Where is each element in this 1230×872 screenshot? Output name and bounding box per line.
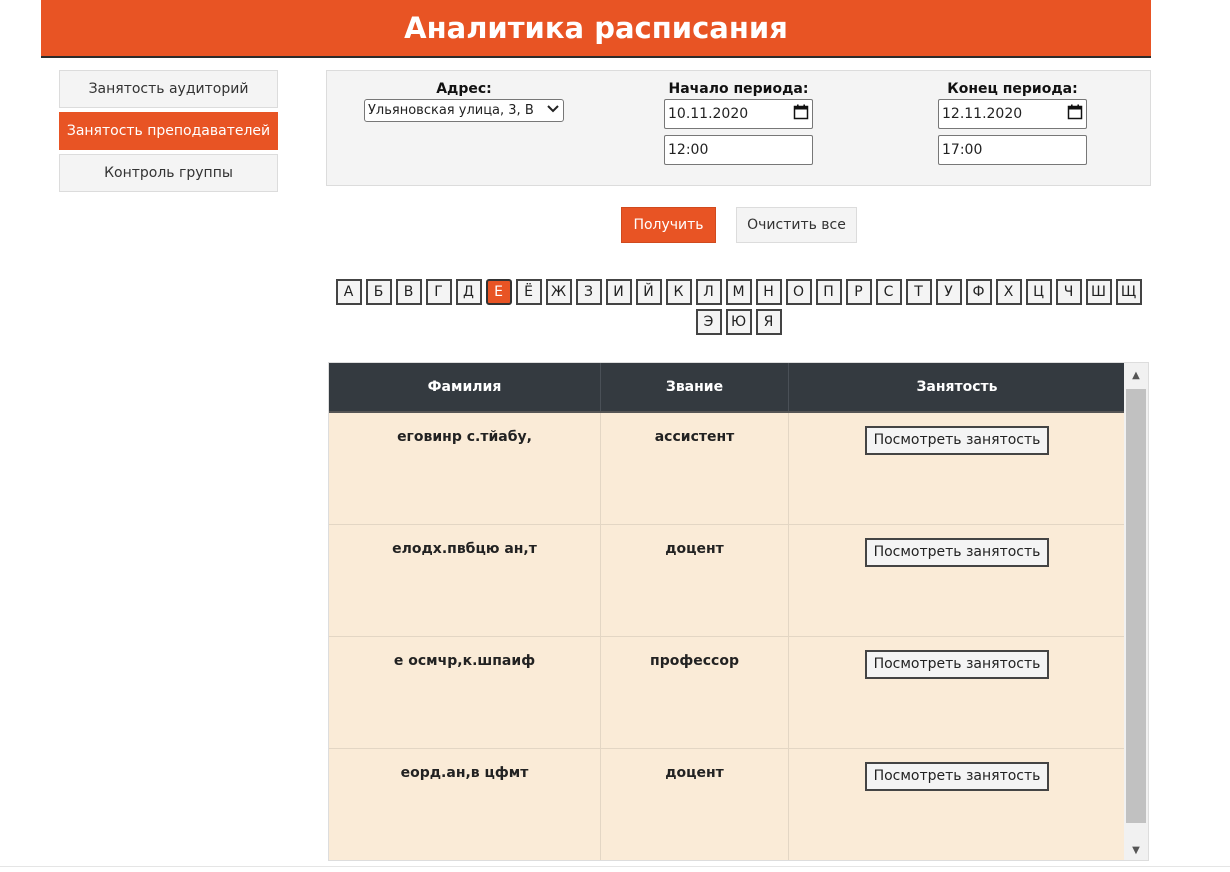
get-button[interactable]: Получить	[621, 207, 716, 243]
page-header: Аналитика расписания	[41, 0, 1151, 58]
letter-button[interactable]: Ё	[515, 279, 542, 305]
letter-button[interactable]: Щ	[1115, 279, 1142, 305]
view-occupancy-button[interactable]: Посмотреть занятость	[864, 762, 1050, 791]
table-row: еговинр с.тйабу, ассистент Посмотреть за…	[329, 413, 1125, 525]
letter-button[interactable]: Я	[755, 309, 782, 335]
scrollbar-thumb[interactable]	[1126, 389, 1146, 823]
letter-button[interactable]: Г	[425, 279, 452, 305]
rank-cell: доцент	[601, 525, 789, 636]
table-row: елодх.пвбцю ан,т доцент Посмотреть занят…	[329, 525, 1125, 637]
letter-button[interactable]: С	[875, 279, 902, 305]
view-occupancy-button[interactable]: Посмотреть занятость	[864, 650, 1050, 679]
table-row: е осмчр,к.шпаиф профессор Посмотреть зан…	[329, 637, 1125, 749]
letter-button[interactable]: Н	[755, 279, 782, 305]
letter-button[interactable]: Ч	[1055, 279, 1082, 305]
address-filter: Адрес: Ульяновская улица, 3, В	[364, 81, 564, 122]
start-period-label: Начало периода:	[668, 81, 809, 97]
column-header-surname: Фамилия	[329, 363, 601, 411]
end-date-input[interactable]: 12.11.2020	[938, 99, 1087, 129]
chevron-down-icon	[546, 103, 560, 118]
letter-button[interactable]: К	[665, 279, 692, 305]
letter-button[interactable]: Р	[845, 279, 872, 305]
table-body: еговинр с.тйабу, ассистент Посмотреть за…	[329, 413, 1125, 860]
sidebar-item-teachers[interactable]: Занятость преподавателей	[59, 112, 278, 150]
surname-cell: еговинр с.тйабу,	[329, 413, 601, 524]
letter-button[interactable]: И	[605, 279, 632, 305]
sidebar-item-rooms[interactable]: Занятость аудиторий	[59, 70, 278, 108]
filter-panel: Адрес: Ульяновская улица, 3, В Начало пе…	[326, 70, 1151, 186]
letter-button[interactable]: З	[575, 279, 602, 305]
letter-button[interactable]: Х	[995, 279, 1022, 305]
page-footer-divider	[0, 866, 1230, 872]
surname-cell: елодх.пвбцю ан,т	[329, 525, 601, 636]
occupancy-cell: Посмотреть занятость	[789, 637, 1125, 748]
letter-button[interactable]: М	[725, 279, 752, 305]
sidebar-item-label: Занятость аудиторий	[88, 81, 249, 97]
letter-button[interactable]: П	[815, 279, 842, 305]
letter-button[interactable]: У	[935, 279, 962, 305]
column-header-rank: Звание	[601, 363, 789, 411]
letter-button[interactable]: Э	[695, 309, 722, 335]
letter-button[interactable]: Ц	[1025, 279, 1052, 305]
start-period-filter: Начало периода: 10.11.2020 12:00	[664, 81, 813, 171]
teachers-table: Фамилия Звание Занятость еговинр с.тйабу…	[328, 362, 1149, 861]
view-occupancy-button[interactable]: Посмотреть занятость	[864, 426, 1050, 455]
start-time-value: 12:00	[668, 142, 709, 158]
view-occupancy-button[interactable]: Посмотреть занятость	[864, 538, 1050, 567]
start-date-input[interactable]: 10.11.2020	[664, 99, 813, 129]
calendar-icon[interactable]	[1067, 104, 1083, 124]
table-row: еорд.ан,в цфмт доцент Посмотреть занятос…	[329, 749, 1125, 860]
letter-button[interactable]: О	[785, 279, 812, 305]
letter-button[interactable]: Б	[365, 279, 392, 305]
occupancy-cell: Посмотреть занятость	[789, 525, 1125, 636]
letter-button[interactable]: Й	[635, 279, 662, 305]
sidebar-item-label: Контроль группы	[104, 165, 233, 181]
end-time-value: 17:00	[942, 142, 983, 158]
scroll-down-arrow-icon[interactable]: ▼	[1124, 838, 1148, 860]
surname-cell: еорд.ан,в цфмт	[329, 749, 601, 860]
start-date-value: 10.11.2020	[668, 106, 749, 122]
occupancy-cell: Посмотреть занятость	[789, 413, 1125, 524]
letter-button[interactable]: Ж	[545, 279, 572, 305]
start-time-input[interactable]: 12:00	[664, 135, 813, 165]
letter-button[interactable]: В	[395, 279, 422, 305]
column-header-occupancy: Занятость	[916, 379, 998, 395]
vertical-scrollbar[interactable]: ▲ ▼	[1124, 363, 1148, 860]
alphabet-filter: АБВГДЕЁЖЗИЙКЛМНОПРСТУФХЦЧШЩ ЭЮЯ	[326, 277, 1151, 337]
end-date-value: 12.11.2020	[942, 106, 1023, 122]
rank-cell: доцент	[601, 749, 789, 860]
rank-cell: ассистент	[601, 413, 789, 524]
page-title: Аналитика расписания	[404, 11, 788, 45]
letter-button[interactable]: Д	[455, 279, 482, 305]
end-period-label: Конец периода:	[947, 81, 1078, 97]
end-time-input[interactable]: 17:00	[938, 135, 1087, 165]
letter-button[interactable]: А	[335, 279, 362, 305]
occupancy-cell: Посмотреть занятость	[789, 749, 1125, 860]
sidebar-item-label: Занятость преподавателей	[66, 123, 271, 139]
letter-button[interactable]: Л	[695, 279, 722, 305]
table-header: Фамилия Звание Занятость	[329, 363, 1125, 413]
scroll-up-arrow-icon[interactable]: ▲	[1124, 363, 1148, 387]
letter-button[interactable]: Ю	[725, 309, 752, 335]
letter-button[interactable]: Т	[905, 279, 932, 305]
address-select[interactable]: Ульяновская улица, 3, В	[364, 99, 564, 122]
calendar-icon[interactable]	[793, 104, 809, 124]
sidebar: Занятость аудиторий Занятость преподават…	[59, 70, 278, 196]
rank-cell: профессор	[601, 637, 789, 748]
clear-all-button[interactable]: Очистить все	[736, 207, 857, 243]
address-label: Адрес:	[436, 81, 492, 97]
letter-button[interactable]: Ф	[965, 279, 992, 305]
address-select-value: Ульяновская улица, 3, В	[368, 103, 534, 118]
end-period-filter: Конец периода: 12.11.2020 17:00	[938, 81, 1087, 171]
letter-button[interactable]: Е	[485, 279, 512, 305]
letter-button[interactable]: Ш	[1085, 279, 1112, 305]
sidebar-item-group-control[interactable]: Контроль группы	[59, 154, 278, 192]
surname-cell: е осмчр,к.шпаиф	[329, 637, 601, 748]
